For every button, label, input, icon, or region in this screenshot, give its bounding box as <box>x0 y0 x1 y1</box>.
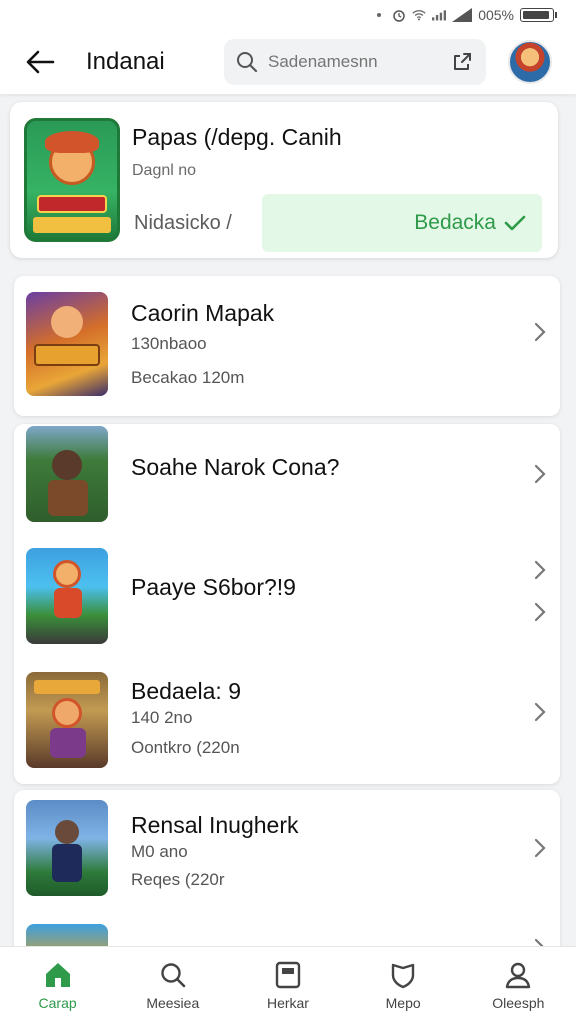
nav-label-home: Carap <box>38 994 77 1011</box>
back-arrow-icon <box>26 50 55 74</box>
app-header: Indanai <box>0 30 576 94</box>
shield-icon <box>391 963 415 988</box>
nav-label-library: Herkar <box>266 994 309 1011</box>
game-list-item[interactable]: Bedaela: 9 140 2no Oontkro (220n <box>14 664 560 780</box>
game-meta: Becakao 120m <box>131 368 245 387</box>
chevron-right-icon <box>530 600 550 624</box>
search-bar[interactable] <box>224 39 486 85</box>
status-bar: 005% <box>0 0 576 30</box>
installed-label: Bedacka <box>414 211 496 234</box>
signal-full-icon <box>452 8 473 22</box>
game-title: Rensal Inugherk <box>131 812 299 838</box>
back-button[interactable] <box>14 36 66 88</box>
game-list-card: Rensal Inugherk M0 ano Reqes (220r <box>14 790 560 964</box>
signal-icon <box>432 8 447 22</box>
game-list-card: Caorin Mapak 130nbaoo Becakao 120m <box>14 276 560 416</box>
game-meta: Reqes (220r <box>131 870 225 889</box>
bottom-navigation: Carap Meesiea Herkar Mepo Oleesph <box>0 946 576 1024</box>
library-icon <box>275 961 301 988</box>
game-title: Caorin Mapak <box>131 300 275 326</box>
chevron-right-icon <box>530 836 550 860</box>
game-title: Paaye S6bor?!9 <box>131 574 296 600</box>
game-subtitle: 130nbaoo <box>131 334 207 353</box>
nav-label-shield: Mepo <box>385 994 421 1011</box>
nav-item-profile[interactable]: Oleesph <box>468 961 568 1011</box>
battery-percent: 005% <box>478 7 514 23</box>
nav-label-search: Meesiea <box>146 994 200 1011</box>
nav-item-home[interactable]: Carap <box>8 961 108 1011</box>
alarm-icon <box>392 8 406 22</box>
nav-item-search[interactable]: Meesiea <box>123 961 223 1011</box>
page-title: Indanai <box>86 48 165 75</box>
game-list-card: Soahe Narok Cona? Paaye S6bor?!9 Bedaela… <box>14 424 560 784</box>
game-subtitle: 140 2no <box>131 708 193 727</box>
share-icon[interactable] <box>450 50 474 74</box>
game-thumbnail <box>26 548 108 644</box>
game-meta: Oontkro (220n <box>131 738 240 757</box>
chevron-right-icon <box>530 462 550 486</box>
wifi-icon <box>412 8 426 22</box>
chevron-right-icon <box>530 320 550 344</box>
installed-button[interactable]: Bedacka <box>262 194 542 252</box>
game-thumbnail <box>26 292 108 396</box>
nav-label-profile: Oleesph <box>492 994 545 1011</box>
battery-icon <box>520 8 557 22</box>
search-icon <box>161 962 186 987</box>
game-thumbnail <box>26 426 108 522</box>
game-list-item[interactable]: Rensal Inugherk M0 ano Reqes (220r <box>14 790 560 908</box>
game-list-item[interactable]: Paaye S6bor?!9 <box>14 542 560 652</box>
home-icon <box>45 962 70 987</box>
game-thumbnail <box>26 800 108 896</box>
chevron-right-icon <box>530 558 550 582</box>
dot-icon <box>372 8 386 22</box>
chevron-right-icon <box>530 700 550 724</box>
search-input[interactable] <box>268 52 450 72</box>
game-title: Bedaela: 9 <box>131 678 241 704</box>
game-list-item[interactable]: Caorin Mapak 130nbaoo Becakao 120m <box>14 276 560 416</box>
featured-game-meta: Nidasicko / <box>134 212 232 234</box>
featured-game-card[interactable]: Papas (/depg. Canih Dagnl no Nidasicko /… <box>10 102 558 258</box>
game-list-item[interactable]: Soahe Narok Cona? <box>14 424 560 534</box>
nav-item-shield[interactable]: Mepo <box>353 961 453 1011</box>
featured-game-title: Papas (/depg. Canih <box>132 124 342 150</box>
person-icon <box>506 962 531 988</box>
featured-game-thumbnail <box>24 118 120 242</box>
avatar[interactable] <box>508 40 552 84</box>
game-thumbnail <box>26 672 108 768</box>
game-subtitle: M0 ano <box>131 842 188 861</box>
featured-game-subtitle: Dagnl no <box>132 162 197 179</box>
check-icon <box>504 215 526 231</box>
search-icon <box>237 52 258 73</box>
game-title: Soahe Narok Cona? <box>131 454 340 480</box>
nav-item-library[interactable]: Herkar <box>238 961 338 1011</box>
